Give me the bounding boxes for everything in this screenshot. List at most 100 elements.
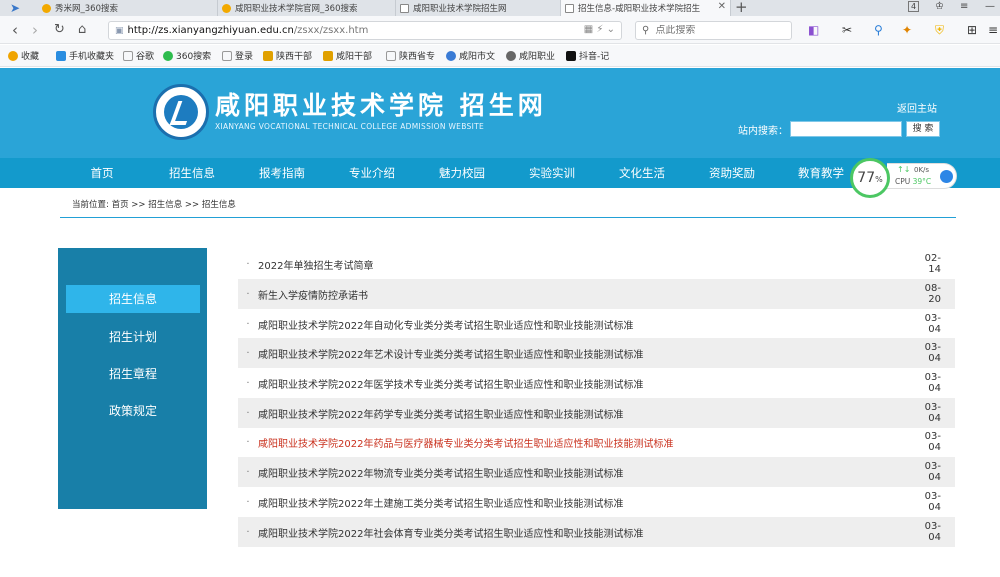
news-title[interactable]: 咸阳职业技术学院2022年艺术设计专业类分类考试招生职业适应性和职业技能测试标准 — [258, 346, 915, 361]
bookmark-google[interactable]: 谷歌 — [123, 49, 154, 62]
bookmark-label: 谷歌 — [136, 52, 155, 62]
bookmark-360[interactable]: 360搜索 — [163, 49, 211, 62]
more-icon[interactable]: ≡ — [988, 23, 998, 37]
refresh-icon[interactable]: ↻ — [54, 21, 65, 39]
news-title[interactable]: 咸阳职业技术学院2022年药品与医疗器械专业类分类考试招生职业适应性和职业技能测… — [258, 435, 915, 450]
college-logo[interactable] — [153, 84, 209, 140]
return-main-site-link[interactable]: 返回主站 — [897, 100, 937, 115]
browser-tab-3[interactable]: 咸阳职业技术学院招生网 — [396, 0, 561, 16]
tab-label: 秀米网_360搜索 — [55, 4, 118, 14]
grid-icon[interactable]: ⊞ — [967, 23, 977, 37]
nav-majors[interactable]: 专业介绍 — [327, 158, 417, 188]
nav-culture[interactable]: 文化生活 — [597, 158, 687, 188]
bookmark-xianyang-cadre[interactable]: 咸阳干部 — [323, 49, 372, 62]
list-item[interactable]: · 咸阳职业技术学院2022年土建施工类分类考试招生职业适应性和职业技能测试标准… — [238, 487, 955, 517]
nav-training[interactable]: 实验实训 — [507, 158, 597, 188]
news-title[interactable]: 咸阳职业技术学院2022年自动化专业类分类考试招生职业适应性和职业技能测试标准 — [258, 317, 915, 332]
back-icon[interactable]: ‹ — [12, 21, 18, 39]
cpu-monitor-widget[interactable]: ↑↓ 0K/s CPU 39°C 77% — [850, 158, 960, 198]
home-icon[interactable]: ⌂ — [78, 21, 86, 39]
nav-home[interactable]: 首页 — [57, 158, 147, 188]
magnifier-icon[interactable]: ⚲ — [874, 23, 883, 37]
bookmark-label: 陕西省专 — [399, 52, 436, 62]
bookmark-shaanxi-cadre[interactable]: 陕西干部 — [263, 49, 312, 62]
url-actions[interactable]: ▦ ⚡ ⌄ — [584, 24, 615, 35]
news-date: 03-04 — [924, 372, 941, 394]
forward-icon[interactable]: › — [32, 21, 38, 39]
shield-icon[interactable]: ⛨ — [935, 23, 944, 37]
site-info-icon[interactable]: ▣ — [115, 26, 124, 36]
sidebar: 招生信息 招生计划 招生章程 政策规定 — [58, 248, 207, 509]
bookmark-xianyang-voc[interactable]: 咸阳职业 — [506, 49, 555, 62]
globe-icon — [506, 50, 516, 61]
list-item[interactable]: · 咸阳职业技术学院2022年物流专业类分类考试招生职业适应性和职业技能测试标准… — [238, 457, 955, 487]
list-item[interactable]: · 咸阳职业技术学院2022年社会体育专业类分类考试招生职业适应性和职业技能测试… — [238, 517, 955, 547]
site-subtitle: XIANYANG VOCATIONAL TECHNICAL COLLEGE AD… — [215, 122, 485, 131]
url-field[interactable]: ▣ http://zs.xianyangzhiyuan.edu.cn /zsxx… — [108, 21, 622, 40]
breadcrumb-divider — [60, 217, 956, 218]
nav-application-guide[interactable]: 报考指南 — [237, 158, 327, 188]
list-item[interactable]: · 咸阳职业技术学院2022年艺术设计专业类分类考试招生职业适应性和职业技能测试… — [238, 338, 955, 368]
url-host: http://zs.xianyangzhiyuan.edu.cn — [127, 25, 294, 36]
nav-campus[interactable]: 魅力校园 — [417, 158, 507, 188]
sidebar-item-policy[interactable]: 政策规定 — [66, 397, 200, 425]
minimize-icon[interactable]: — — [985, 1, 995, 12]
news-title[interactable]: 咸阳职业技术学院2022年医学技术专业类分类考试招生职业适应性和职业技能测试标准 — [258, 376, 915, 391]
close-tab-icon[interactable]: ✕ — [718, 1, 726, 12]
news-title[interactable]: 2022年单独招生考试简章 — [258, 257, 915, 272]
site-search-input[interactable] — [790, 121, 902, 137]
nav-financial-aid[interactable]: 资助奖励 — [687, 158, 777, 188]
browser-search-box[interactable]: ⚲ — [635, 21, 792, 40]
news-title[interactable]: 新生入学疫情防控承诺书 — [258, 287, 915, 302]
page-icon — [565, 3, 574, 13]
scissors-icon[interactable]: ✂ — [842, 23, 852, 37]
tab-count-badge[interactable]: 4 — [908, 1, 920, 12]
browser-tab-1[interactable]: 秀米网_360搜索 — [38, 0, 218, 16]
bookmark-shaanxi-prov[interactable]: 陕西省专 — [386, 49, 435, 62]
bookmark-xianyang-city[interactable]: 咸阳市文 — [446, 49, 495, 62]
sidebar-item-admission-info[interactable]: 招生信息 — [66, 285, 200, 313]
list-item[interactable]: · 新生入学疫情防控承诺书 08-20 — [238, 279, 955, 309]
bookmark-favorites[interactable]: 收藏 — [8, 49, 39, 62]
browser-search-input[interactable] — [655, 25, 776, 36]
news-title[interactable]: 咸阳职业技术学院2022年土建施工类分类考试招生职业适应性和职业技能测试标准 — [258, 495, 915, 510]
menu-icon[interactable]: ≡ — [960, 1, 968, 12]
news-date: 03-04 — [924, 461, 941, 483]
bookmark-label: 登录 — [235, 52, 254, 62]
browser-tab-4[interactable]: 招生信息-咸阳职业技术学院招生 ✕ — [561, 0, 731, 16]
news-title[interactable]: 咸阳职业技术学院2022年药学专业类分类考试招生职业适应性和职业技能测试标准 — [258, 406, 915, 421]
bullet: · — [246, 436, 250, 448]
list-item[interactable]: · 咸阳职业技术学院2022年药学专业类分类考试招生职业适应性和职业技能测试标准… — [238, 398, 955, 428]
bookmark-label: 360搜索 — [176, 52, 212, 62]
breadcrumb: 当前位置: 首页 >> 招生信息 >> 招生信息 — [72, 200, 236, 210]
browser-logo-icon[interactable]: ➤ — [10, 0, 20, 17]
list-item[interactable]: · 咸阳职业技术学院2022年自动化专业类分类考试招生职业适应性和职业技能测试标… — [238, 309, 955, 339]
news-date: 03-04 — [924, 431, 941, 453]
news-title[interactable]: 咸阳职业技术学院2022年物流专业类分类考试招生职业适应性和职业技能测试标准 — [258, 465, 915, 480]
browser-tab-2[interactable]: 咸阳职业技术学院官网_360搜索 — [218, 0, 396, 16]
game-icon[interactable]: ✦ — [902, 23, 912, 37]
extension-icon[interactable]: ◧ — [808, 23, 819, 37]
news-title[interactable]: 咸阳职业技术学院2022年社会体育专业类分类考试招生职业适应性和职业技能测试标准 — [258, 525, 915, 540]
sidebar-item-admission-plan[interactable]: 招生计划 — [66, 323, 200, 351]
list-item[interactable]: · 咸阳职业技术学院2022年医学技术专业类分类考试招生职业适应性和职业技能测试… — [238, 368, 955, 398]
page-icon — [386, 50, 396, 61]
sidebar-item-admission-charter[interactable]: 招生章程 — [66, 360, 200, 388]
list-item[interactable]: · 2022年单独招生考试简章 02-14 — [238, 249, 955, 279]
accelerate-ball-icon[interactable] — [940, 170, 953, 183]
site-search-button[interactable]: 搜 索 — [906, 121, 940, 137]
news-date: 03-04 — [924, 521, 941, 543]
nav-admission-info[interactable]: 招生信息 — [147, 158, 237, 188]
list-item[interactable]: · 咸阳职业技术学院2022年药品与医疗器械专业类分类考试招生职业适应性和职业技… — [238, 427, 955, 457]
bookmark-login[interactable]: 登录 — [222, 49, 253, 62]
bookmark-mobile[interactable]: 手机收藏夹 — [56, 49, 114, 62]
new-tab-icon[interactable]: + — [735, 0, 748, 16]
cpu-panel: ↑↓ 0K/s CPU 39°C — [887, 163, 957, 189]
tab-label: 咸阳职业技术学院招生网 — [413, 4, 507, 14]
news-date: 02-14 — [924, 253, 941, 275]
bookmark-douyin[interactable]: 抖音-记 — [566, 49, 609, 62]
shirt-icon[interactable]: ♔ — [935, 1, 944, 12]
360-search-icon — [42, 3, 51, 13]
folder-icon — [323, 50, 333, 61]
page-icon — [123, 50, 133, 61]
